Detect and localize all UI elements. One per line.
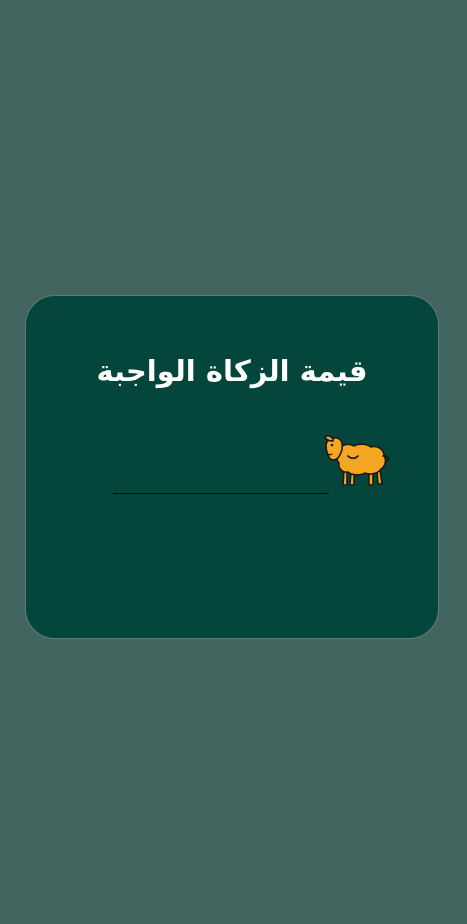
zakat-value-field[interactable]: [113, 454, 329, 494]
zakat-value-dialog: قيمة الزكاة الواجبة: [25, 295, 439, 639]
dialog-title: قيمة الزكاة الواجبة: [96, 354, 368, 388]
sheep-icon: [323, 432, 389, 488]
